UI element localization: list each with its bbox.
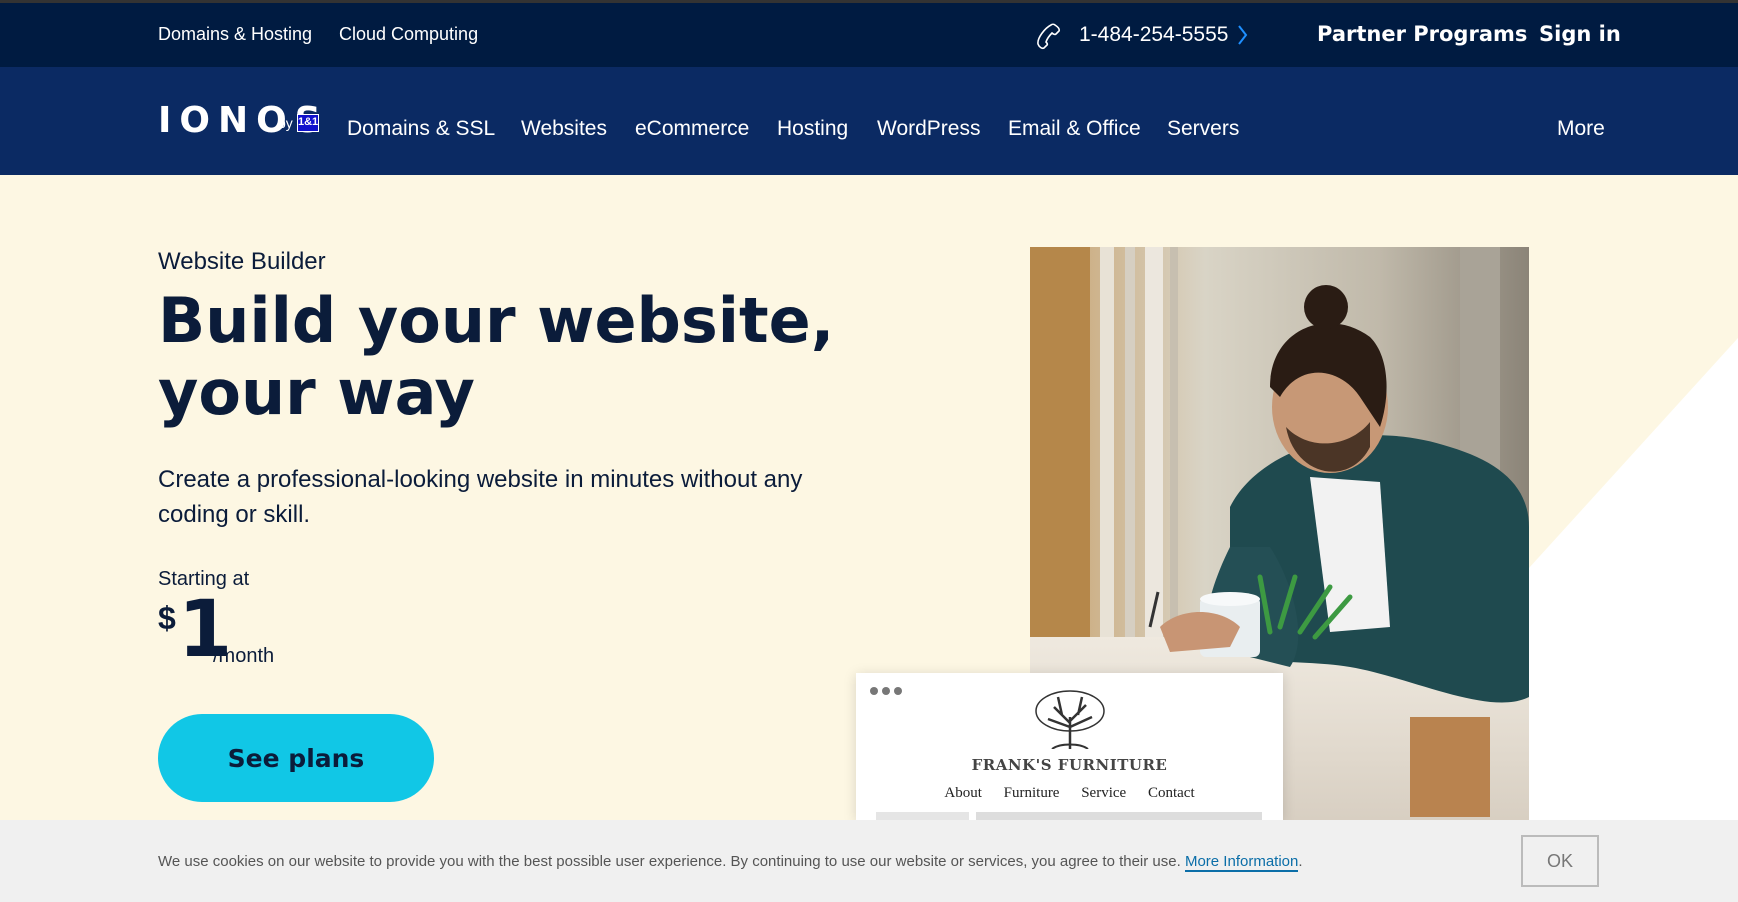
preview-link-service: Service: [1081, 785, 1127, 801]
tab-domains-hosting[interactable]: Domains & Hosting: [158, 24, 313, 69]
cookie-text: We use cookies on our website to provide…: [158, 853, 1303, 872]
preview-nav: About Furniture Service Contact: [856, 785, 1283, 802]
cookie-suffix: .: [1298, 853, 1303, 870]
hero-subtitle: Create a professional-looking website in…: [158, 466, 803, 528]
hero-eyebrow: Website Builder: [158, 248, 326, 275]
window-dot: [870, 687, 878, 695]
logo-by-text: by: [278, 115, 293, 131]
cookie-banner: We use cookies on our website to provide…: [0, 820, 1738, 902]
partner-programs-link[interactable]: Partner Programs: [1317, 22, 1527, 46]
nav-websites[interactable]: Websites: [521, 117, 607, 141]
sign-in-link[interactable]: Sign in: [1539, 22, 1621, 46]
cookie-message: We use cookies on our website to provide…: [158, 853, 1181, 870]
hero-title-line-2: your way: [158, 356, 475, 429]
website-preview-card: FRANK'S FURNITURE About Furniture Servic…: [856, 673, 1283, 820]
main-navigation: IONOS by 1&1 Domains & SSL Websites eCom…: [0, 67, 1738, 175]
nav-email-office[interactable]: Email & Office: [1008, 117, 1141, 141]
nav-hosting[interactable]: Hosting: [777, 117, 848, 141]
tree-logo-icon: [1035, 690, 1105, 749]
window-dot: [894, 687, 902, 695]
preview-link-contact: Contact: [1147, 785, 1195, 801]
top-bar: Domains & Hosting Cloud Computing 1-484-…: [0, 0, 1738, 69]
more-information-link[interactable]: More Information: [1184, 853, 1299, 872]
chevron-right-icon[interactable]: [1236, 23, 1248, 47]
hero-title: Build your website, your way: [158, 285, 858, 429]
nav-ecommerce[interactable]: eCommerce: [635, 117, 749, 141]
see-plans-button[interactable]: See plans: [158, 714, 434, 802]
one-and-one-logo: 1&1: [297, 114, 319, 132]
price-currency: $: [158, 600, 176, 636]
window-dots: [870, 687, 902, 695]
preview-content-block: [876, 812, 969, 820]
tab-cloud-computing[interactable]: Cloud Computing: [339, 24, 478, 45]
preview-link-furniture: Furniture: [1003, 785, 1060, 801]
hero-title-line-1: Build your website,: [158, 284, 835, 357]
cookie-ok-button[interactable]: OK: [1521, 835, 1599, 887]
nav-servers[interactable]: Servers: [1167, 117, 1239, 141]
nav-wordpress[interactable]: WordPress: [877, 117, 980, 141]
preview-content-block: [976, 812, 1262, 820]
preview-brand-name: FRANK'S FURNITURE: [971, 756, 1168, 774]
nav-more[interactable]: More: [1557, 117, 1605, 141]
phone-icon: [1037, 23, 1061, 50]
price-period: /month: [213, 645, 275, 667]
window-dot: [882, 687, 890, 695]
preview-link-about: About: [944, 785, 982, 801]
nav-domains-ssl[interactable]: Domains & SSL: [347, 117, 495, 141]
phone-number-link[interactable]: 1-484-254-5555: [1079, 23, 1228, 47]
